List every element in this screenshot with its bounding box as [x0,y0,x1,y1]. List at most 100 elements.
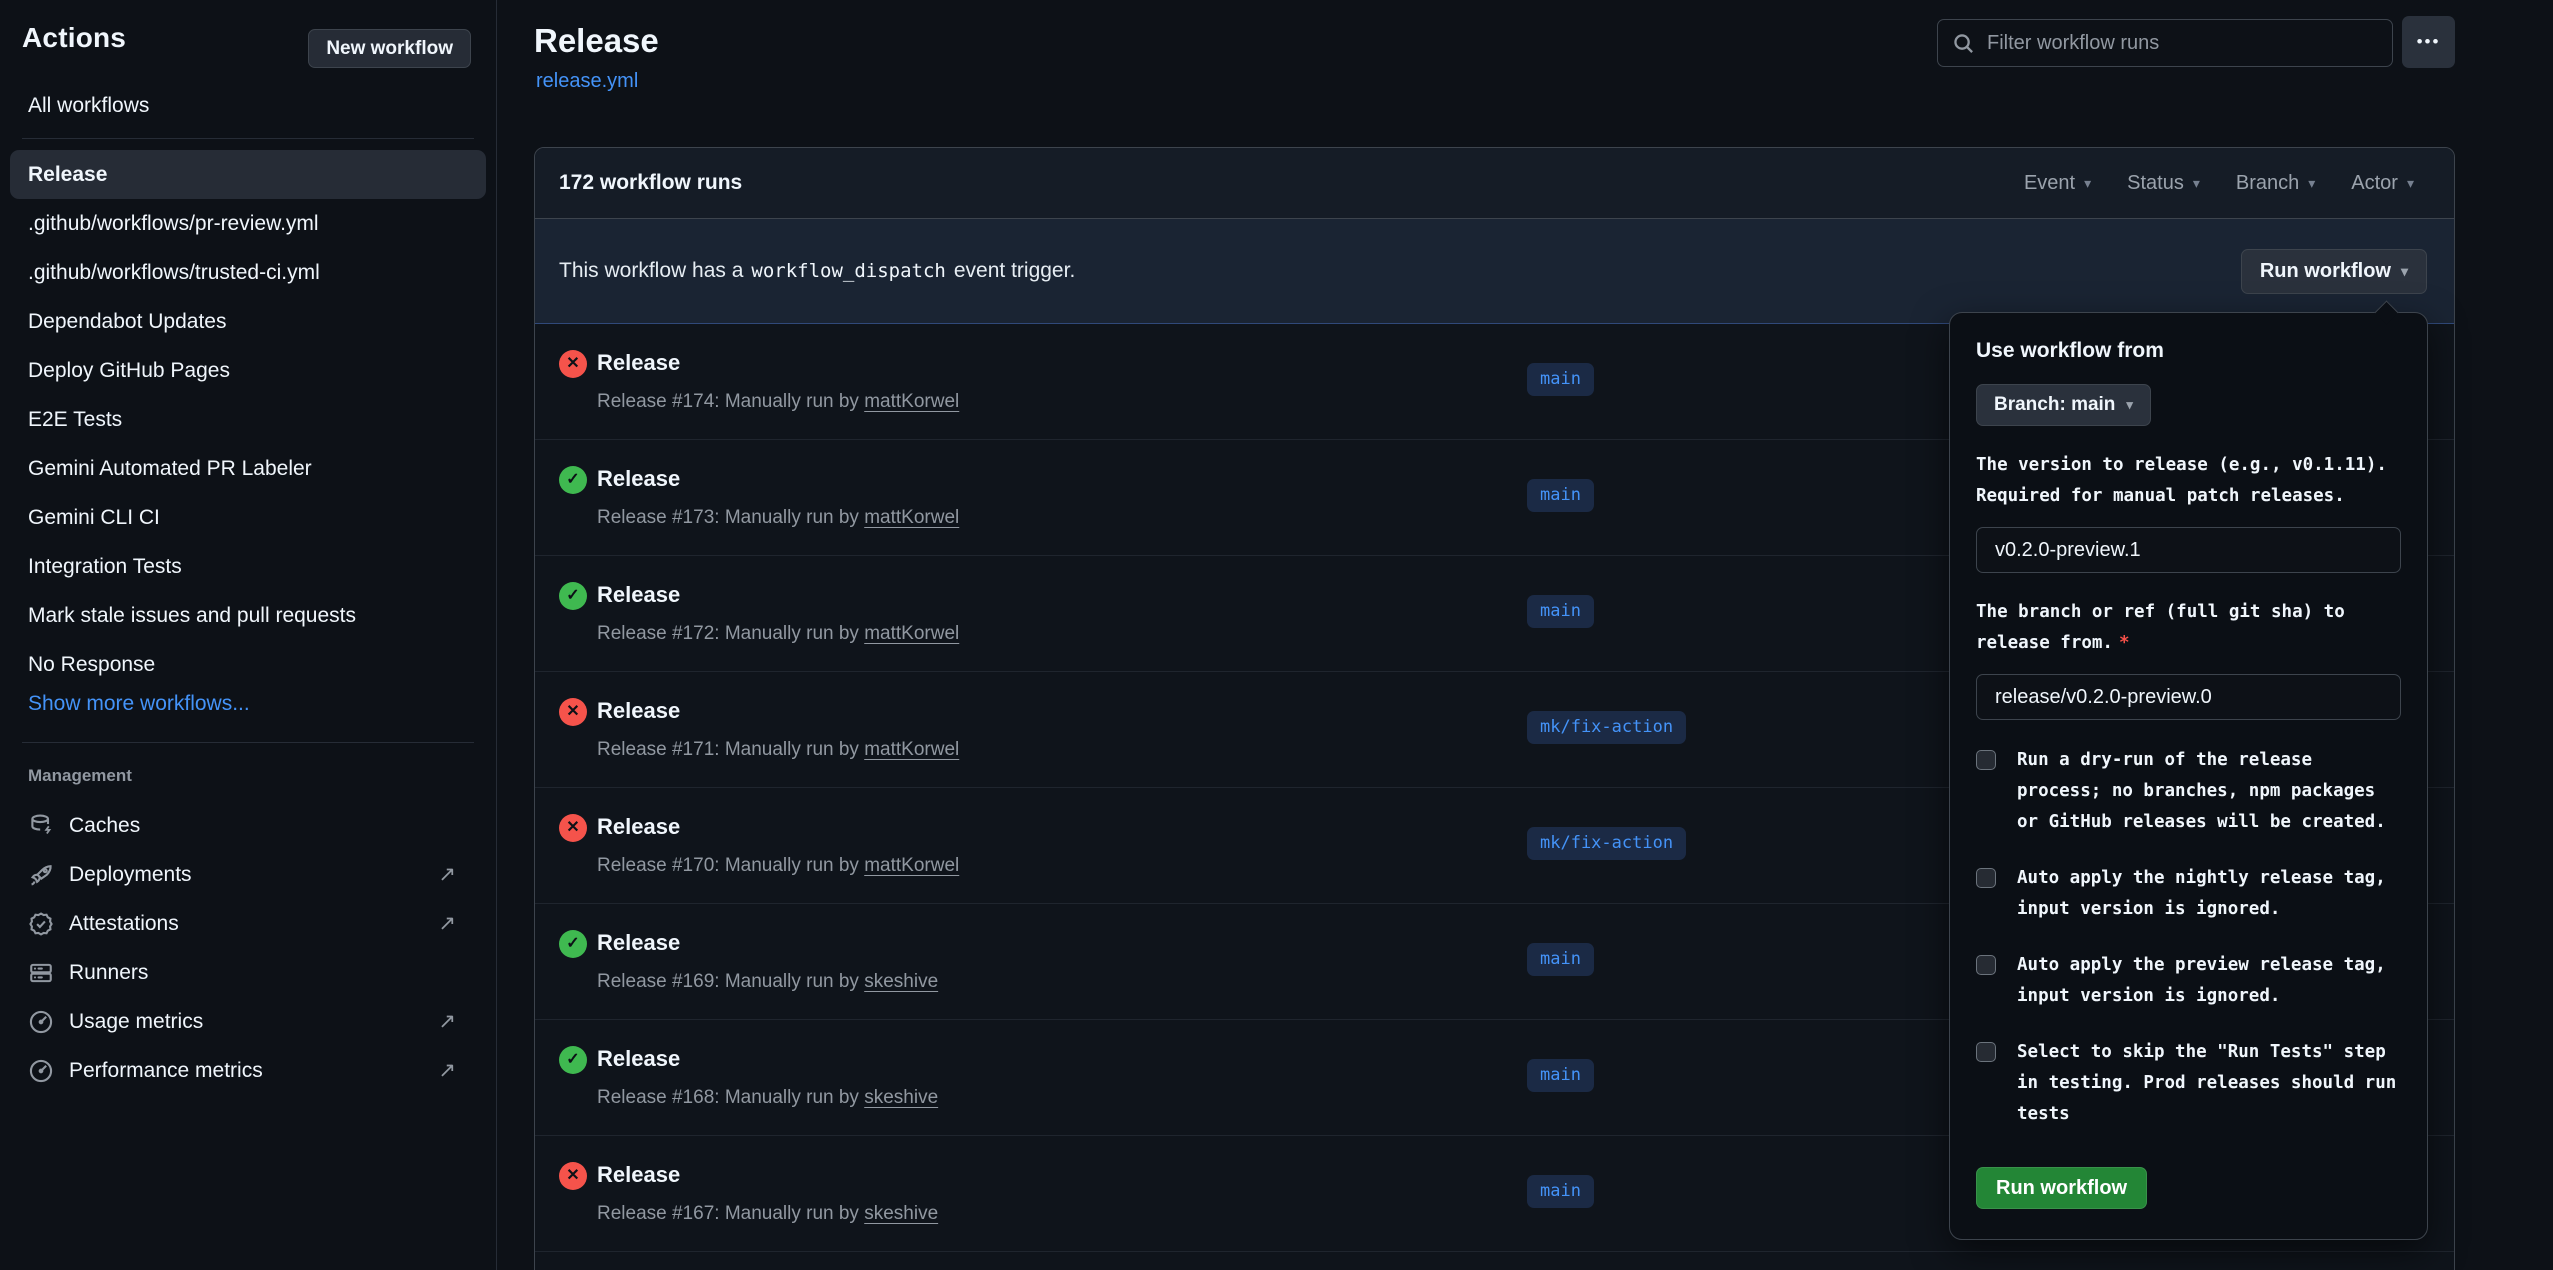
search-input[interactable] [1987,32,2378,55]
branch-badge[interactable]: main [1527,363,1594,396]
run-title-link[interactable]: Release [597,582,680,608]
branch-badge[interactable]: main [1527,943,1594,976]
branch-badge[interactable]: main [1527,479,1594,512]
run-title-link[interactable]: Release [597,350,680,376]
run-description-text: Release #173: Manually run by [597,507,859,528]
branch-badge[interactable]: main [1527,1175,1594,1208]
checkbox-label: Run a dry-run of the release process; no… [2017,745,2401,838]
run-actor-link[interactable]: skeshive [864,971,938,992]
sidebar-workflow-item[interactable]: Deploy GitHub Pages [10,346,486,395]
chevron-down-icon: ▾ [2193,175,2200,192]
new-workflow-button[interactable]: New workflow [308,29,471,68]
run-title-link[interactable]: Release [597,930,680,956]
checkbox-row: Select to skip the "Run Tests" step in t… [1976,1037,2401,1130]
run-status-icon: ✓ [559,930,587,958]
management-item-icon [28,862,54,888]
management-item-label: Caches [69,814,140,838]
sidebar-workflow-item[interactable]: No Response [10,640,486,689]
run-title-link[interactable]: Release [597,698,680,724]
show-more-workflows-link[interactable]: Show more workflows... [28,692,250,716]
version-input[interactable] [1976,527,2401,573]
branch-selector-button[interactable]: Branch: main ▾ [1976,384,2151,426]
run-actor-link[interactable]: skeshive [864,1203,938,1224]
workflow-file-link[interactable]: release.yml [536,70,638,93]
filter-dropdown[interactable]: Status ▾ [2127,172,2200,195]
sidebar-management-item[interactable]: Attestations ↗ [10,899,486,948]
run-title-link[interactable]: Release [597,814,680,840]
filter-label: Actor [2351,172,2398,195]
run-title-link[interactable]: Release [597,1046,680,1072]
workflow-list: Release .github/workflows/pr-review.yml … [10,150,486,689]
sidebar-workflow-item[interactable]: Gemini CLI CI [10,493,486,542]
branch-badge[interactable]: main [1527,1059,1594,1092]
run-actor-link[interactable]: mattKorwel [864,507,959,528]
filter-dropdown[interactable]: Actor ▾ [2351,172,2414,195]
sidebar-workflow-item[interactable]: Release [10,150,486,199]
management-item-label: Usage metrics [69,1010,203,1034]
dialog-checkbox-list: Run a dry-run of the release process; no… [1976,745,2401,1130]
run-description: Release #170: Manually run by mattKorwel [597,855,959,877]
run-actor-link[interactable]: mattKorwel [864,391,959,412]
sidebar-workflow-item[interactable]: Integration Tests [10,542,486,591]
filter-dropdown[interactable]: Branch ▾ [2236,172,2315,195]
management-item-icon [28,960,54,986]
chevron-down-icon: ▾ [2308,175,2315,192]
sidebar-workflow-item[interactable]: Gemini Automated PR Labeler [10,444,486,493]
run-description: Release #169: Manually run by skeshive [597,971,938,993]
run-actor-link[interactable]: mattKorwel [864,855,959,876]
management-item-label: Attestations [69,912,179,936]
banner-text-before: This workflow has a [559,259,743,283]
run-actor-link[interactable]: mattKorwel [864,739,959,760]
filter-label: Status [2127,172,2184,195]
external-link-icon: ↗ [438,911,456,936]
sidebar-workflow-item[interactable]: Mark stale issues and pull requests [10,591,486,640]
run-status-icon: ✕ [559,814,587,842]
workflow-item-label: Gemini Automated PR Labeler [28,457,312,480]
checkbox[interactable] [1976,750,1996,770]
checkbox-row: Auto apply the nightly release tag, inpu… [1976,863,2401,925]
run-status-icon: ✓ [559,582,587,610]
branch-badge[interactable]: main [1527,595,1594,628]
sidebar-management-item[interactable]: Runners [10,948,486,997]
run-status-icon: ✕ [559,1162,587,1190]
filter-dropdown[interactable]: Event ▾ [2024,172,2091,195]
workflow-item-label: Deploy GitHub Pages [28,359,230,382]
version-help-text: The version to release (e.g., v0.1.11). … [1976,450,2401,512]
workflow-item-label: E2E Tests [28,408,122,431]
sidebar-divider [22,742,474,743]
sidebar-workflow-item[interactable]: .github/workflows/trusted-ci.yml [10,248,486,297]
run-status-icon: ✕ [559,698,587,726]
sidebar-title: Actions [22,22,126,54]
run-workflow-dialog: Use workflow from Branch: main ▾ The ver… [1949,312,2428,1240]
run-title-link[interactable]: Release [597,1162,680,1188]
checkbox[interactable] [1976,1042,1996,1062]
sidebar-item-all-workflows[interactable]: All workflows [28,94,149,118]
run-actor-link[interactable]: skeshive [864,1087,938,1108]
dialog-title: Use workflow from [1976,339,2401,363]
management-item-icon [28,1058,54,1084]
checkbox-label: Auto apply the preview release tag, inpu… [2017,950,2401,1012]
run-description-text: Release #172: Manually run by [597,623,859,644]
sidebar-workflow-item[interactable]: .github/workflows/pr-review.yml [10,199,486,248]
ref-input[interactable] [1976,674,2401,720]
checkbox[interactable] [1976,955,1996,975]
sidebar-management-item[interactable]: Caches [10,801,486,850]
workflow-item-label: .github/workflows/pr-review.yml [28,212,319,235]
sidebar-workflow-item[interactable]: Dependabot Updates [10,297,486,346]
run-workflow-submit-button[interactable]: Run workflow [1976,1167,2147,1209]
sidebar-management-item[interactable]: Performance metrics ↗ [10,1046,486,1095]
branch-badge[interactable]: mk/fix-action [1527,711,1686,744]
run-actor-link[interactable]: mattKorwel [864,623,959,644]
run-description-text: Release #167: Manually run by [597,1203,859,1224]
run-title-link[interactable]: Release [597,466,680,492]
run-description: Release #172: Manually run by mattKorwel [597,623,959,645]
checkbox[interactable] [1976,868,1996,888]
sidebar-management-item[interactable]: Usage metrics ↗ [10,997,486,1046]
page-kebab-menu-button[interactable]: ••• [2402,16,2455,68]
sidebar-workflow-item[interactable]: E2E Tests [10,395,486,444]
branch-badge[interactable]: mk/fix-action [1527,827,1686,860]
run-workflow-button-label: Run workflow [2260,260,2391,283]
runs-count: 172 workflow runs [559,171,742,195]
run-workflow-dropdown-button[interactable]: Run workflow ▾ [2241,249,2427,294]
sidebar-management-item[interactable]: Deployments ↗ [10,850,486,899]
